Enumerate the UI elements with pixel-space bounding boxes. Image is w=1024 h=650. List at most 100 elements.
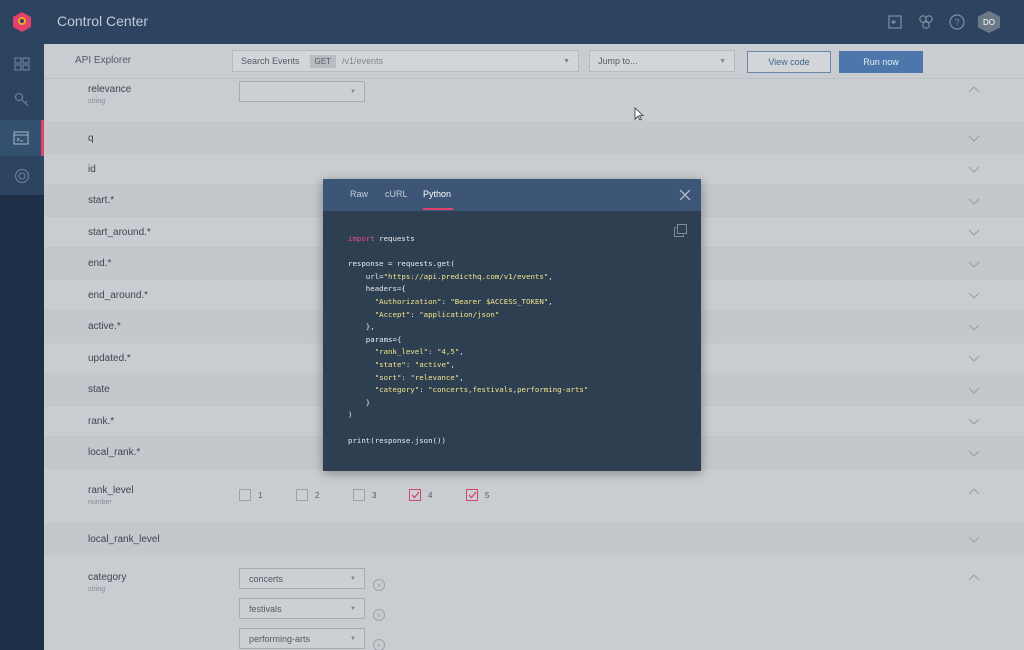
chevron-down-icon[interactable]	[968, 198, 980, 206]
chevron-down-icon: ▼	[350, 606, 356, 612]
copy-icon[interactable]	[674, 224, 687, 237]
tab-raw[interactable]: Raw	[350, 189, 368, 199]
param-name: local_rank_level	[88, 534, 160, 545]
code-string: "Bearer $ACCESS_TOKEN"	[450, 296, 549, 306]
category-value: concerts	[249, 573, 284, 584]
chevron-up-icon[interactable]	[968, 487, 980, 495]
code-text: :	[419, 385, 429, 395]
mouse-cursor-icon	[634, 107, 644, 121]
chevron-down-icon[interactable]	[968, 355, 980, 363]
chevron-down-icon[interactable]	[968, 536, 980, 544]
code-text: ,	[450, 359, 455, 369]
avatar[interactable]: DO	[978, 11, 1000, 33]
param-name: start.*	[88, 195, 115, 206]
terminal-icon	[12, 131, 29, 145]
param-type: string	[88, 586, 106, 593]
chevron-down-icon[interactable]	[968, 450, 980, 458]
category-select[interactable]: performing-arts ▼	[239, 628, 365, 649]
sidebar-item-dashboard[interactable]	[0, 46, 44, 82]
help-icon[interactable]: ?	[947, 13, 966, 32]
chevron-down-icon[interactable]	[968, 292, 980, 300]
param-row-rank-level: rank_level number 1 2 3 4 5	[44, 469, 1024, 524]
sidebar-item-api-explorer[interactable]	[0, 120, 44, 156]
endpoint-select[interactable]: Search Events GET /v1/events ▼	[232, 50, 579, 72]
checkbox-box[interactable]	[466, 489, 478, 501]
chevron-down-icon[interactable]	[968, 418, 980, 426]
remove-icon[interactable]: ×	[373, 639, 385, 650]
checkbox-label: 1	[258, 490, 263, 500]
endpoint-label: Search Events	[241, 56, 300, 66]
rank-level-checkbox-4[interactable]: 4	[409, 489, 432, 501]
code-text: params={	[348, 334, 402, 344]
param-row-category: category string concerts ▼ × festivals ▼…	[44, 555, 1024, 650]
category-select[interactable]: concerts ▼	[239, 568, 365, 589]
checkbox-box[interactable]	[409, 489, 421, 501]
checkbox-label: 3	[372, 490, 377, 500]
remove-icon[interactable]: ×	[373, 579, 385, 591]
chevron-down-icon[interactable]	[968, 166, 980, 174]
logo[interactable]	[0, 0, 44, 44]
jump-to-placeholder: Jump to...	[598, 56, 638, 66]
sidebar-item-keys[interactable]	[0, 82, 44, 118]
checkbox-box[interactable]	[353, 489, 365, 501]
sidebar-empty-area	[0, 195, 44, 650]
close-icon[interactable]	[679, 189, 691, 201]
code-string: "Authorization"	[348, 296, 442, 306]
param-name: rank_level	[88, 485, 134, 496]
svg-text:?: ?	[954, 18, 959, 28]
param-type: number	[88, 499, 112, 506]
run-now-button[interactable]: Run now	[839, 51, 923, 73]
chevron-up-icon[interactable]	[968, 85, 980, 93]
param-row-q[interactable]: q	[44, 123, 1024, 154]
checkbox-box[interactable]	[296, 489, 308, 501]
param-name: end.*	[88, 258, 112, 269]
integrations-icon[interactable]	[916, 13, 935, 32]
chevron-down-icon: ▼	[719, 58, 726, 65]
checkbox-box[interactable]	[239, 489, 251, 501]
category-select[interactable]: festivals ▼	[239, 598, 365, 619]
chevron-down-icon: ▼	[350, 636, 356, 642]
code-text: :	[405, 359, 415, 369]
code-keyword: import	[348, 234, 375, 243]
toolbar: API Explorer Search Events GET /v1/event…	[44, 44, 1024, 79]
tab-python[interactable]: Python	[423, 189, 451, 199]
modal-header: Raw cURL Python	[323, 179, 701, 211]
tab-curl[interactable]: cURL	[385, 189, 408, 199]
code-modal: Raw cURL Python import requests response…	[323, 179, 701, 471]
code-string: "state"	[348, 359, 406, 369]
rank-level-checkbox-5[interactable]: 5	[466, 489, 489, 501]
logo-icon	[13, 12, 31, 32]
param-name: relevance	[88, 84, 132, 95]
code-text: ,	[548, 271, 553, 281]
app-title: Control Center	[57, 13, 149, 29]
jump-to-select[interactable]: Jump to... ▼	[589, 50, 735, 72]
code-string: "application/json"	[419, 309, 500, 319]
rank-level-checkbox-1[interactable]: 1	[239, 489, 262, 501]
chevron-down-icon[interactable]	[968, 324, 980, 332]
chevron-up-icon[interactable]	[968, 573, 980, 581]
logout-icon[interactable]	[885, 13, 904, 32]
category-value: performing-arts	[249, 633, 311, 644]
param-row-relevance: relevance string ▼	[44, 79, 1024, 123]
param-name: active.*	[88, 321, 121, 332]
chevron-down-icon[interactable]	[968, 387, 980, 395]
relevance-select[interactable]: ▼	[239, 81, 365, 102]
param-row-local-rank-level[interactable]: local_rank_level	[44, 524, 1024, 555]
chevron-down-icon[interactable]	[968, 135, 980, 143]
target-icon	[14, 168, 30, 184]
rank-level-checkbox-3[interactable]: 3	[353, 489, 376, 501]
rank-level-checkbox-2[interactable]: 2	[296, 489, 319, 501]
param-name: rank.*	[88, 416, 115, 427]
view-code-button[interactable]: View code	[747, 51, 831, 73]
param-type: string	[88, 98, 106, 105]
param-name: id	[88, 164, 96, 175]
code-string: "rank_level"	[348, 347, 429, 357]
code-block: import requests response = requests.get(…	[348, 233, 588, 447]
sidebar-item-targets[interactable]	[0, 158, 44, 194]
code-text: }	[348, 397, 371, 407]
remove-icon[interactable]: ×	[373, 609, 385, 621]
chevron-down-icon[interactable]	[968, 261, 980, 269]
chevron-down-icon: ▼	[563, 58, 570, 65]
param-name: updated.*	[88, 353, 131, 364]
chevron-down-icon[interactable]	[968, 229, 980, 237]
